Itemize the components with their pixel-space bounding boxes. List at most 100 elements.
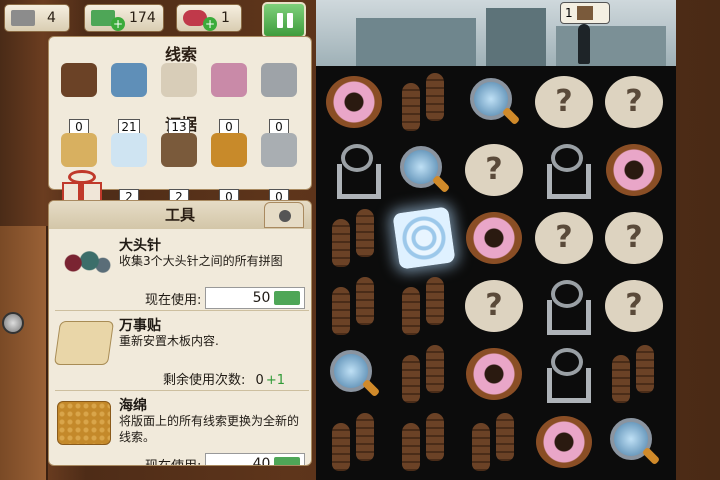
tool-desc: 收集3个大头针之间的所有拼图 [119,254,283,268]
board-cell[interactable] [390,272,458,340]
tool-sticky-note[interactable]: 万事贴 重新安置木板内容. 剩余使用次数: 0 +1 [53,311,309,391]
clues-item[interactable]: 21 [109,63,149,135]
ticket-icon [11,10,35,26]
board-cell[interactable] [320,408,388,476]
evidence-item[interactable]: 0 [259,133,299,205]
shoeprint-tile [400,413,448,471]
evidence-item[interactable]: 0 [209,133,249,205]
mystery-frame-icon [161,133,197,167]
question-tile: ? [535,76,593,128]
board-cell[interactable] [390,136,458,204]
keys-tile [539,142,591,199]
board-cell[interactable] [390,340,458,408]
tool-name: 万事贴 [119,318,161,334]
tool-cost: 现在使用: 50 [145,287,306,309]
board-cell[interactable] [320,68,388,136]
clues-item[interactable]: 0 [259,63,299,135]
board-cell[interactable] [600,136,668,204]
board-cell[interactable] [530,272,598,340]
question-tile: ? [605,212,663,264]
evidence-item[interactable]: 2 [159,133,199,205]
pause-button[interactable] [262,2,306,38]
question-tile: ? [605,280,663,332]
board-cell[interactable] [320,340,388,408]
question-tile: ? [535,212,593,264]
puzzle-board[interactable]: ??????? [316,66,676,480]
keys-icon [261,63,297,97]
donut-tile [606,144,662,196]
add-candy-button[interactable]: + [203,17,217,31]
board-cell[interactable]: ? [600,68,668,136]
board-cell[interactable] [390,204,458,272]
tool-desc: 将版面上的所有线索更换为全新的线索。 [119,414,300,444]
tool-name: 大头针 [119,238,161,254]
cost-value: 40 [252,456,271,466]
add-cash-button[interactable]: + [111,17,125,31]
cash-icon [274,291,301,305]
board-cell[interactable] [530,408,598,476]
shoeprint-tile [400,277,448,335]
shoeprint-tile [330,413,378,471]
cash-counter[interactable]: + 174 [84,4,164,32]
board-cell[interactable] [460,340,528,408]
shoeprint-tile [400,73,448,131]
magnifier-tile [468,76,520,128]
keys-tile [539,278,591,335]
board-cell[interactable] [530,136,598,204]
board-cell[interactable]: ? [600,272,668,340]
pushpin-icon [57,241,111,285]
donut-tile [326,76,382,128]
detective-silhouette [578,24,590,64]
police-badge-icon [211,133,247,167]
clues-item[interactable]: 13 [159,63,199,135]
keys-tile [539,346,591,403]
candy-counter[interactable]: + 1 [176,4,242,32]
board-cell[interactable] [460,68,528,136]
tool-cost: 现在使用: 40 [145,453,306,466]
board-cell[interactable] [390,68,458,136]
board-cell[interactable] [600,408,668,476]
casebook-cover [0,226,48,480]
donut-tile [466,348,522,400]
board-cell[interactable] [320,272,388,340]
board-cell[interactable] [320,204,388,272]
board-cell[interactable] [460,408,528,476]
tool-name: 海绵 [119,398,147,414]
clues-panel: 线索 证据 0211300 02200 [48,36,312,205]
uses-label: 剩余使用次数: [163,373,246,388]
board-cell[interactable] [460,204,528,272]
board-cell[interactable] [530,340,598,408]
tool-sponge[interactable]: 海绵 将版面上的所有线索更换为全新的线索。 现在使用: 40 [55,391,309,466]
shoeprint-icon [61,63,97,97]
magnifier-icon [111,63,147,97]
city-scene [316,0,676,66]
cost-box[interactable]: 40 [205,453,306,466]
casebook-clasp-icon [2,312,24,334]
evidence-item[interactable]: 2 [109,133,149,205]
tools-panel: 工具 大头针 收集3个大头针之间的所有拼图 现在使用: 50 万事贴 重新安置木… [48,200,312,466]
cost-box[interactable]: 50 [205,287,306,309]
question-bubble-icon [161,63,197,97]
magnifier-tile [608,416,660,468]
clues-item[interactable]: 0 [209,63,249,135]
suspect-badge[interactable]: 1 [560,2,610,24]
board-cell[interactable]: ? [460,136,528,204]
clues-item[interactable]: 0 [59,63,99,135]
magnifier-tile [328,348,380,400]
donut-tile [466,212,522,264]
tickets-counter[interactable]: 4 [4,4,70,32]
tools-tab-toggle[interactable] [264,202,304,228]
board-cell[interactable] [600,340,668,408]
fingerprint-icon [111,133,147,167]
board-cell[interactable]: ? [460,272,528,340]
magnifier-tile [398,144,450,196]
tool-pushpin[interactable]: 大头针 收集3个大头针之间的所有拼图 现在使用: 50 [55,231,309,311]
board-cell[interactable]: ? [600,204,668,272]
board-cell[interactable] [320,136,388,204]
crate-icon [576,6,593,20]
board-cell[interactable] [390,408,458,476]
shoeprint-tile [330,277,378,335]
board-cell[interactable]: ? [530,204,598,272]
board-cell[interactable]: ? [530,68,598,136]
suspect-badge-count: 1 [565,6,573,20]
